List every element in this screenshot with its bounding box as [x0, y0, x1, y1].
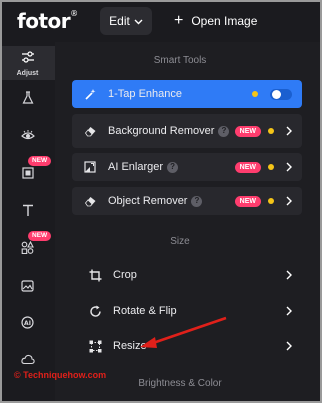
edit-label: Edit [109, 14, 130, 28]
new-badge: NEW [234, 125, 261, 137]
chevron-right-icon [286, 338, 292, 354]
rotate-icon [87, 303, 103, 319]
eye-icon [20, 128, 35, 146]
crop-icon [87, 267, 103, 283]
watermark: © Techniquehow.com [14, 370, 107, 380]
open-image-label: Open Image [191, 14, 258, 28]
eraser-icon [82, 193, 98, 209]
status-dot [268, 198, 274, 204]
chevron-right-icon [286, 124, 292, 138]
edit-dropdown-button[interactable]: Edit [100, 7, 152, 35]
help-icon[interactable]: ? [167, 161, 179, 173]
tool-crop[interactable]: Crop [72, 260, 302, 290]
status-dot [268, 164, 274, 170]
tool-label: Crop [113, 269, 137, 281]
help-icon[interactable]: ? [218, 125, 230, 137]
rail-item-adjust[interactable]: Adjust [0, 46, 55, 80]
tool-1-tap-enhance[interactable]: 1-Tap Enhance [72, 80, 302, 108]
image-icon [21, 279, 34, 297]
tool-label: 1-Tap Enhance [108, 88, 182, 100]
tool-ai-enlarger[interactable]: AI Enlarger? NEW [72, 153, 302, 181]
tool-object-remover[interactable]: Object Remover? NEW [72, 187, 302, 215]
magic-wand-icon [82, 86, 98, 102]
rail-item-elements[interactable] [0, 235, 55, 265]
tool-label: Background Remover? [108, 124, 235, 138]
ai-circle-icon: AI [21, 316, 34, 334]
open-image-button[interactable]: + Open Image [174, 7, 257, 35]
annotation-arrow-icon [140, 316, 227, 348]
chevron-right-icon [286, 303, 292, 319]
shapes-icon [21, 240, 34, 259]
rail-item-frames[interactable] [0, 160, 55, 190]
rail-item-collage[interactable] [0, 273, 55, 303]
tool-background-remover[interactable]: Background Remover? NEW [72, 114, 302, 148]
svg-text:AI: AI [24, 320, 31, 327]
enlarge-icon [82, 159, 98, 175]
chevron-right-icon [286, 160, 292, 174]
status-dot [268, 128, 274, 134]
frame-icon [21, 166, 34, 184]
chevron-right-icon [286, 267, 292, 283]
fotor-logo[interactable]: fotor® [17, 9, 78, 33]
tool-label: AI Enlarger? [108, 160, 235, 174]
status-dot [252, 91, 258, 97]
left-tool-rail: Adjust NEW NEW AI [0, 42, 55, 403]
rail-item-effects[interactable] [0, 85, 55, 115]
text-icon [22, 204, 34, 222]
chevron-down-icon [134, 14, 143, 28]
eraser-icon [82, 123, 98, 139]
enhance-toggle[interactable] [270, 88, 292, 100]
plus-icon: + [174, 12, 184, 29]
cloud-icon [20, 352, 35, 370]
rail-item-beauty[interactable] [0, 122, 55, 152]
resize-icon [87, 338, 103, 354]
rail-item-ai-tools[interactable]: AI [0, 310, 55, 340]
size-heading: Size [170, 236, 190, 247]
help-icon[interactable]: ? [191, 195, 203, 207]
smart-tools-heading: Smart Tools [153, 55, 207, 66]
flask-icon [22, 91, 34, 109]
top-bar: fotor® Edit + Open Image [0, 0, 322, 42]
new-badge: NEW [234, 195, 261, 207]
rail-item-adjust-label: Adjust [16, 69, 39, 77]
chevron-right-icon [286, 194, 292, 208]
sliders-icon [21, 50, 35, 68]
new-badge: NEW [234, 161, 261, 173]
tool-label: Object Remover? [108, 194, 235, 208]
rail-item-text[interactable] [0, 198, 55, 228]
